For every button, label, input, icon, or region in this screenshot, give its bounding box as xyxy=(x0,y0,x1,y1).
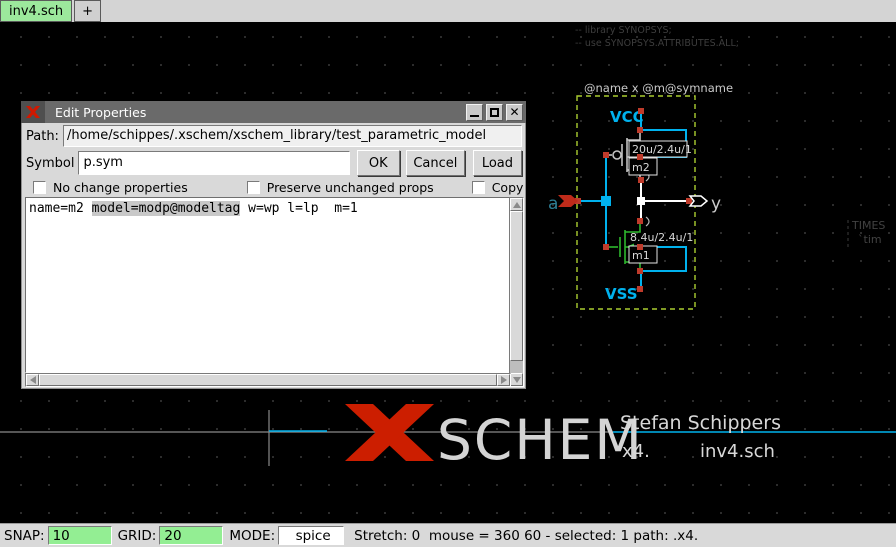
tab-label: inv4.sch xyxy=(9,4,63,19)
comment-text: -- use SYNOPSYS.ATTRIBUTES.ALL; xyxy=(575,38,739,49)
path-row: Path: /home/schippes/.xschem/xschem_libr… xyxy=(26,125,522,147)
preserve-unchanged-props-checkbox[interactable] xyxy=(247,181,260,194)
scroll-down-button[interactable] xyxy=(510,373,523,386)
wire-junction xyxy=(637,197,645,205)
maximize-button[interactable] xyxy=(486,104,503,121)
symbol-input[interactable]: p.sym xyxy=(78,151,349,175)
copy-cell-checkbox[interactable] xyxy=(472,181,485,194)
author-text: Stefan Schippers xyxy=(620,412,781,434)
status-bar: SNAP: 10 GRID: 20 MODE: spice Stretch: 0… xyxy=(0,523,896,547)
scroll-right-button[interactable] xyxy=(497,374,510,386)
textarea-selection: model=modp@modeltag xyxy=(92,201,241,216)
times-text: `tim xyxy=(858,233,882,246)
pin-y-label: y xyxy=(711,194,721,214)
xschem-window: inv4.sch + -- library SYNOPSYS; -- use S… xyxy=(0,0,896,547)
pmos-name-label: m2 xyxy=(632,161,650,174)
symbol-label: Symbol xyxy=(26,156,74,171)
pin-a-label: a xyxy=(548,194,558,214)
status-info-text: Stretch: 0 mouse = 360 60 - selected: 1 … xyxy=(354,528,698,544)
new-tab-button[interactable]: + xyxy=(74,0,101,22)
arrow-left-icon xyxy=(30,376,36,384)
arrow-down-icon xyxy=(513,377,521,383)
dialog-titlebar[interactable]: Edit Properties ✕ xyxy=(21,101,526,123)
horizontal-scrollbar-thumb[interactable] xyxy=(39,374,497,386)
vertical-scrollbar-thumb[interactable] xyxy=(510,211,523,361)
vertical-scrollbar[interactable] xyxy=(509,197,524,387)
output-pin-y[interactable]: y xyxy=(690,194,721,214)
copy-cell-label: Copy cell xyxy=(492,180,524,195)
snap-label: SNAP: xyxy=(4,528,45,544)
no-change-properties-checkbox[interactable] xyxy=(33,181,46,194)
checkbox-row: No change properties Preserve unchanged … xyxy=(33,179,524,196)
preserve-unchanged-props-label: Preserve unchanged props xyxy=(267,180,434,195)
comment-text: -- library SYNOPSYS; xyxy=(575,25,672,36)
input-pin-a[interactable]: a xyxy=(548,194,578,214)
grid-input[interactable]: 20 xyxy=(159,526,223,545)
properties-textarea[interactable]: name=m2 model=modp@modeltag w=wp l=lp m=… xyxy=(25,197,511,373)
snap-input[interactable]: 10 xyxy=(48,526,112,545)
minimize-button[interactable] xyxy=(466,104,483,121)
arrow-right-icon xyxy=(501,376,507,384)
scroll-up-button[interactable] xyxy=(510,198,523,211)
load-button[interactable]: Load xyxy=(473,150,522,176)
close-button[interactable]: ✕ xyxy=(506,104,523,121)
tab-inv4-sch[interactable]: inv4.sch xyxy=(0,0,72,22)
selection-rectangle xyxy=(577,96,695,309)
xschem-app-icon xyxy=(21,101,45,123)
edit-properties-dialog: Edit Properties ✕ Path: /home/schippes/.… xyxy=(20,100,527,390)
titleblock-left-text: x4. xyxy=(622,441,650,462)
path-field[interactable]: /home/schippes/.xschem/xschem_library/te… xyxy=(63,125,522,147)
scroll-left-button[interactable] xyxy=(26,374,39,386)
mode-input[interactable]: spice xyxy=(278,526,344,545)
maximize-icon xyxy=(490,108,499,117)
wire-junction xyxy=(601,196,611,206)
textarea-text: name=m2 xyxy=(29,201,92,216)
titleblock-right-text: inv4.sch xyxy=(700,441,775,462)
symbol-row: Symbol p.sym OK Cancel Load xyxy=(26,150,522,176)
ok-button[interactable]: OK xyxy=(357,150,400,176)
no-change-properties-label: No change properties xyxy=(53,180,188,195)
minimize-icon xyxy=(470,115,479,117)
grid-label: GRID: xyxy=(118,528,157,544)
horizontal-scrollbar[interactable] xyxy=(25,373,511,387)
plus-icon: + xyxy=(82,4,93,19)
wires-white[interactable] xyxy=(637,180,688,221)
arrow-up-icon xyxy=(513,202,521,208)
mode-label: MODE: xyxy=(229,528,275,544)
dialog-title: Edit Properties xyxy=(55,105,466,120)
symname-text: @name x @m@symname xyxy=(584,81,733,95)
vss-label[interactable]: VSS xyxy=(605,285,638,303)
close-icon: ✕ xyxy=(509,106,519,118)
output-pin-arrow-icon xyxy=(690,196,707,206)
times-text: TIMES xyxy=(851,219,885,232)
input-pin-arrow-icon xyxy=(558,195,578,207)
textarea-text: w=wp l=lp m=1 xyxy=(240,201,357,216)
nmos-drain-mark xyxy=(646,217,649,226)
logo-text: SCHEM xyxy=(437,408,644,472)
tab-bar: inv4.sch + xyxy=(0,0,896,22)
cancel-button[interactable]: Cancel xyxy=(406,150,465,176)
nmos-size-label: 8.4u/2.4u/1 xyxy=(630,231,693,244)
nmos-name-label: m1 xyxy=(632,249,650,262)
path-label: Path: xyxy=(26,129,59,144)
